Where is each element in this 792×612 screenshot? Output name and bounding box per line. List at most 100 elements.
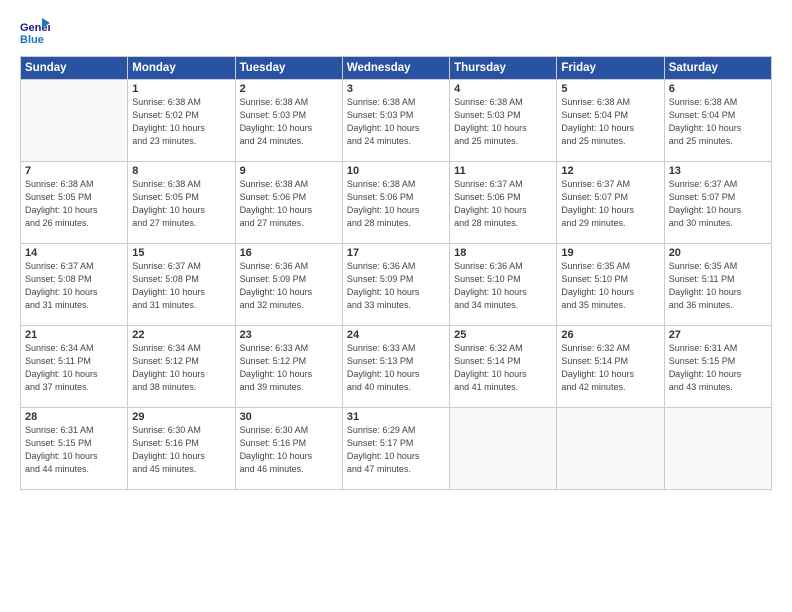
calendar-cell: 18Sunrise: 6:36 AMSunset: 5:10 PMDayligh… — [450, 244, 557, 326]
day-info: Sunrise: 6:36 AMSunset: 5:09 PMDaylight:… — [347, 260, 445, 312]
day-info: Sunrise: 6:32 AMSunset: 5:14 PMDaylight:… — [561, 342, 659, 394]
day-number: 15 — [132, 247, 230, 259]
calendar-week-5: 28Sunrise: 6:31 AMSunset: 5:15 PMDayligh… — [21, 408, 772, 490]
day-number: 30 — [240, 411, 338, 423]
calendar-header-saturday: Saturday — [664, 57, 771, 80]
day-number: 31 — [347, 411, 445, 423]
calendar-header-row: SundayMondayTuesdayWednesdayThursdayFrid… — [21, 57, 772, 80]
calendar-cell: 25Sunrise: 6:32 AMSunset: 5:14 PMDayligh… — [450, 326, 557, 408]
calendar-cell — [557, 408, 664, 490]
calendar-cell: 8Sunrise: 6:38 AMSunset: 5:05 PMDaylight… — [128, 162, 235, 244]
calendar-cell: 7Sunrise: 6:38 AMSunset: 5:05 PMDaylight… — [21, 162, 128, 244]
day-number: 20 — [669, 247, 767, 259]
day-number: 12 — [561, 165, 659, 177]
calendar-cell: 12Sunrise: 6:37 AMSunset: 5:07 PMDayligh… — [557, 162, 664, 244]
day-number: 24 — [347, 329, 445, 341]
day-number: 27 — [669, 329, 767, 341]
calendar-week-2: 7Sunrise: 6:38 AMSunset: 5:05 PMDaylight… — [21, 162, 772, 244]
day-number: 6 — [669, 83, 767, 95]
calendar-header-tuesday: Tuesday — [235, 57, 342, 80]
page: General Blue SundayMondayTuesdayWednesda… — [0, 0, 792, 612]
day-info: Sunrise: 6:38 AMSunset: 5:04 PMDaylight:… — [561, 96, 659, 148]
day-info: Sunrise: 6:30 AMSunset: 5:16 PMDaylight:… — [132, 424, 230, 476]
day-info: Sunrise: 6:34 AMSunset: 5:12 PMDaylight:… — [132, 342, 230, 394]
day-info: Sunrise: 6:38 AMSunset: 5:06 PMDaylight:… — [240, 178, 338, 230]
day-info: Sunrise: 6:30 AMSunset: 5:16 PMDaylight:… — [240, 424, 338, 476]
day-info: Sunrise: 6:32 AMSunset: 5:14 PMDaylight:… — [454, 342, 552, 394]
calendar-cell: 27Sunrise: 6:31 AMSunset: 5:15 PMDayligh… — [664, 326, 771, 408]
calendar-week-4: 21Sunrise: 6:34 AMSunset: 5:11 PMDayligh… — [21, 326, 772, 408]
calendar-cell — [664, 408, 771, 490]
day-number: 23 — [240, 329, 338, 341]
day-info: Sunrise: 6:37 AMSunset: 5:08 PMDaylight:… — [25, 260, 123, 312]
calendar-cell: 9Sunrise: 6:38 AMSunset: 5:06 PMDaylight… — [235, 162, 342, 244]
day-number: 19 — [561, 247, 659, 259]
day-number: 16 — [240, 247, 338, 259]
calendar-header-monday: Monday — [128, 57, 235, 80]
calendar-cell: 26Sunrise: 6:32 AMSunset: 5:14 PMDayligh… — [557, 326, 664, 408]
day-info: Sunrise: 6:38 AMSunset: 5:05 PMDaylight:… — [132, 178, 230, 230]
day-info: Sunrise: 6:29 AMSunset: 5:17 PMDaylight:… — [347, 424, 445, 476]
day-info: Sunrise: 6:38 AMSunset: 5:03 PMDaylight:… — [454, 96, 552, 148]
logo-svg: General Blue — [20, 18, 50, 48]
calendar-cell: 22Sunrise: 6:34 AMSunset: 5:12 PMDayligh… — [128, 326, 235, 408]
day-number: 11 — [454, 165, 552, 177]
day-number: 7 — [25, 165, 123, 177]
calendar-header-friday: Friday — [557, 57, 664, 80]
day-info: Sunrise: 6:37 AMSunset: 5:07 PMDaylight:… — [669, 178, 767, 230]
calendar-cell: 21Sunrise: 6:34 AMSunset: 5:11 PMDayligh… — [21, 326, 128, 408]
day-number: 22 — [132, 329, 230, 341]
day-number: 8 — [132, 165, 230, 177]
calendar-cell: 31Sunrise: 6:29 AMSunset: 5:17 PMDayligh… — [342, 408, 449, 490]
day-info: Sunrise: 6:37 AMSunset: 5:08 PMDaylight:… — [132, 260, 230, 312]
day-number: 28 — [25, 411, 123, 423]
calendar-cell: 2Sunrise: 6:38 AMSunset: 5:03 PMDaylight… — [235, 80, 342, 162]
calendar-table: SundayMondayTuesdayWednesdayThursdayFrid… — [20, 56, 772, 490]
day-number: 10 — [347, 165, 445, 177]
calendar-cell: 28Sunrise: 6:31 AMSunset: 5:15 PMDayligh… — [21, 408, 128, 490]
calendar-cell: 17Sunrise: 6:36 AMSunset: 5:09 PMDayligh… — [342, 244, 449, 326]
calendar-cell: 16Sunrise: 6:36 AMSunset: 5:09 PMDayligh… — [235, 244, 342, 326]
calendar-cell — [450, 408, 557, 490]
day-info: Sunrise: 6:31 AMSunset: 5:15 PMDaylight:… — [25, 424, 123, 476]
svg-text:Blue: Blue — [20, 34, 44, 46]
calendar-cell: 19Sunrise: 6:35 AMSunset: 5:10 PMDayligh… — [557, 244, 664, 326]
day-info: Sunrise: 6:34 AMSunset: 5:11 PMDaylight:… — [25, 342, 123, 394]
calendar-header-sunday: Sunday — [21, 57, 128, 80]
calendar-cell: 24Sunrise: 6:33 AMSunset: 5:13 PMDayligh… — [342, 326, 449, 408]
day-info: Sunrise: 6:38 AMSunset: 5:04 PMDaylight:… — [669, 96, 767, 148]
day-number: 18 — [454, 247, 552, 259]
day-info: Sunrise: 6:36 AMSunset: 5:09 PMDaylight:… — [240, 260, 338, 312]
day-number: 17 — [347, 247, 445, 259]
day-number: 13 — [669, 165, 767, 177]
calendar-cell: 11Sunrise: 6:37 AMSunset: 5:06 PMDayligh… — [450, 162, 557, 244]
header: General Blue — [20, 18, 772, 48]
calendar-cell: 13Sunrise: 6:37 AMSunset: 5:07 PMDayligh… — [664, 162, 771, 244]
day-number: 21 — [25, 329, 123, 341]
day-info: Sunrise: 6:31 AMSunset: 5:15 PMDaylight:… — [669, 342, 767, 394]
calendar-cell: 5Sunrise: 6:38 AMSunset: 5:04 PMDaylight… — [557, 80, 664, 162]
day-info: Sunrise: 6:38 AMSunset: 5:05 PMDaylight:… — [25, 178, 123, 230]
day-info: Sunrise: 6:38 AMSunset: 5:03 PMDaylight:… — [347, 96, 445, 148]
day-number: 1 — [132, 83, 230, 95]
calendar-week-3: 14Sunrise: 6:37 AMSunset: 5:08 PMDayligh… — [21, 244, 772, 326]
day-info: Sunrise: 6:35 AMSunset: 5:11 PMDaylight:… — [669, 260, 767, 312]
calendar-cell: 29Sunrise: 6:30 AMSunset: 5:16 PMDayligh… — [128, 408, 235, 490]
day-info: Sunrise: 6:33 AMSunset: 5:12 PMDaylight:… — [240, 342, 338, 394]
calendar-cell: 6Sunrise: 6:38 AMSunset: 5:04 PMDaylight… — [664, 80, 771, 162]
calendar-cell: 30Sunrise: 6:30 AMSunset: 5:16 PMDayligh… — [235, 408, 342, 490]
calendar-cell: 15Sunrise: 6:37 AMSunset: 5:08 PMDayligh… — [128, 244, 235, 326]
day-info: Sunrise: 6:33 AMSunset: 5:13 PMDaylight:… — [347, 342, 445, 394]
calendar-cell: 14Sunrise: 6:37 AMSunset: 5:08 PMDayligh… — [21, 244, 128, 326]
calendar-header-thursday: Thursday — [450, 57, 557, 80]
day-info: Sunrise: 6:37 AMSunset: 5:07 PMDaylight:… — [561, 178, 659, 230]
calendar-cell: 4Sunrise: 6:38 AMSunset: 5:03 PMDaylight… — [450, 80, 557, 162]
calendar-cell: 20Sunrise: 6:35 AMSunset: 5:11 PMDayligh… — [664, 244, 771, 326]
day-info: Sunrise: 6:38 AMSunset: 5:03 PMDaylight:… — [240, 96, 338, 148]
day-info: Sunrise: 6:37 AMSunset: 5:06 PMDaylight:… — [454, 178, 552, 230]
day-info: Sunrise: 6:38 AMSunset: 5:02 PMDaylight:… — [132, 96, 230, 148]
calendar-cell: 23Sunrise: 6:33 AMSunset: 5:12 PMDayligh… — [235, 326, 342, 408]
day-number: 25 — [454, 329, 552, 341]
day-info: Sunrise: 6:35 AMSunset: 5:10 PMDaylight:… — [561, 260, 659, 312]
calendar-cell: 10Sunrise: 6:38 AMSunset: 5:06 PMDayligh… — [342, 162, 449, 244]
